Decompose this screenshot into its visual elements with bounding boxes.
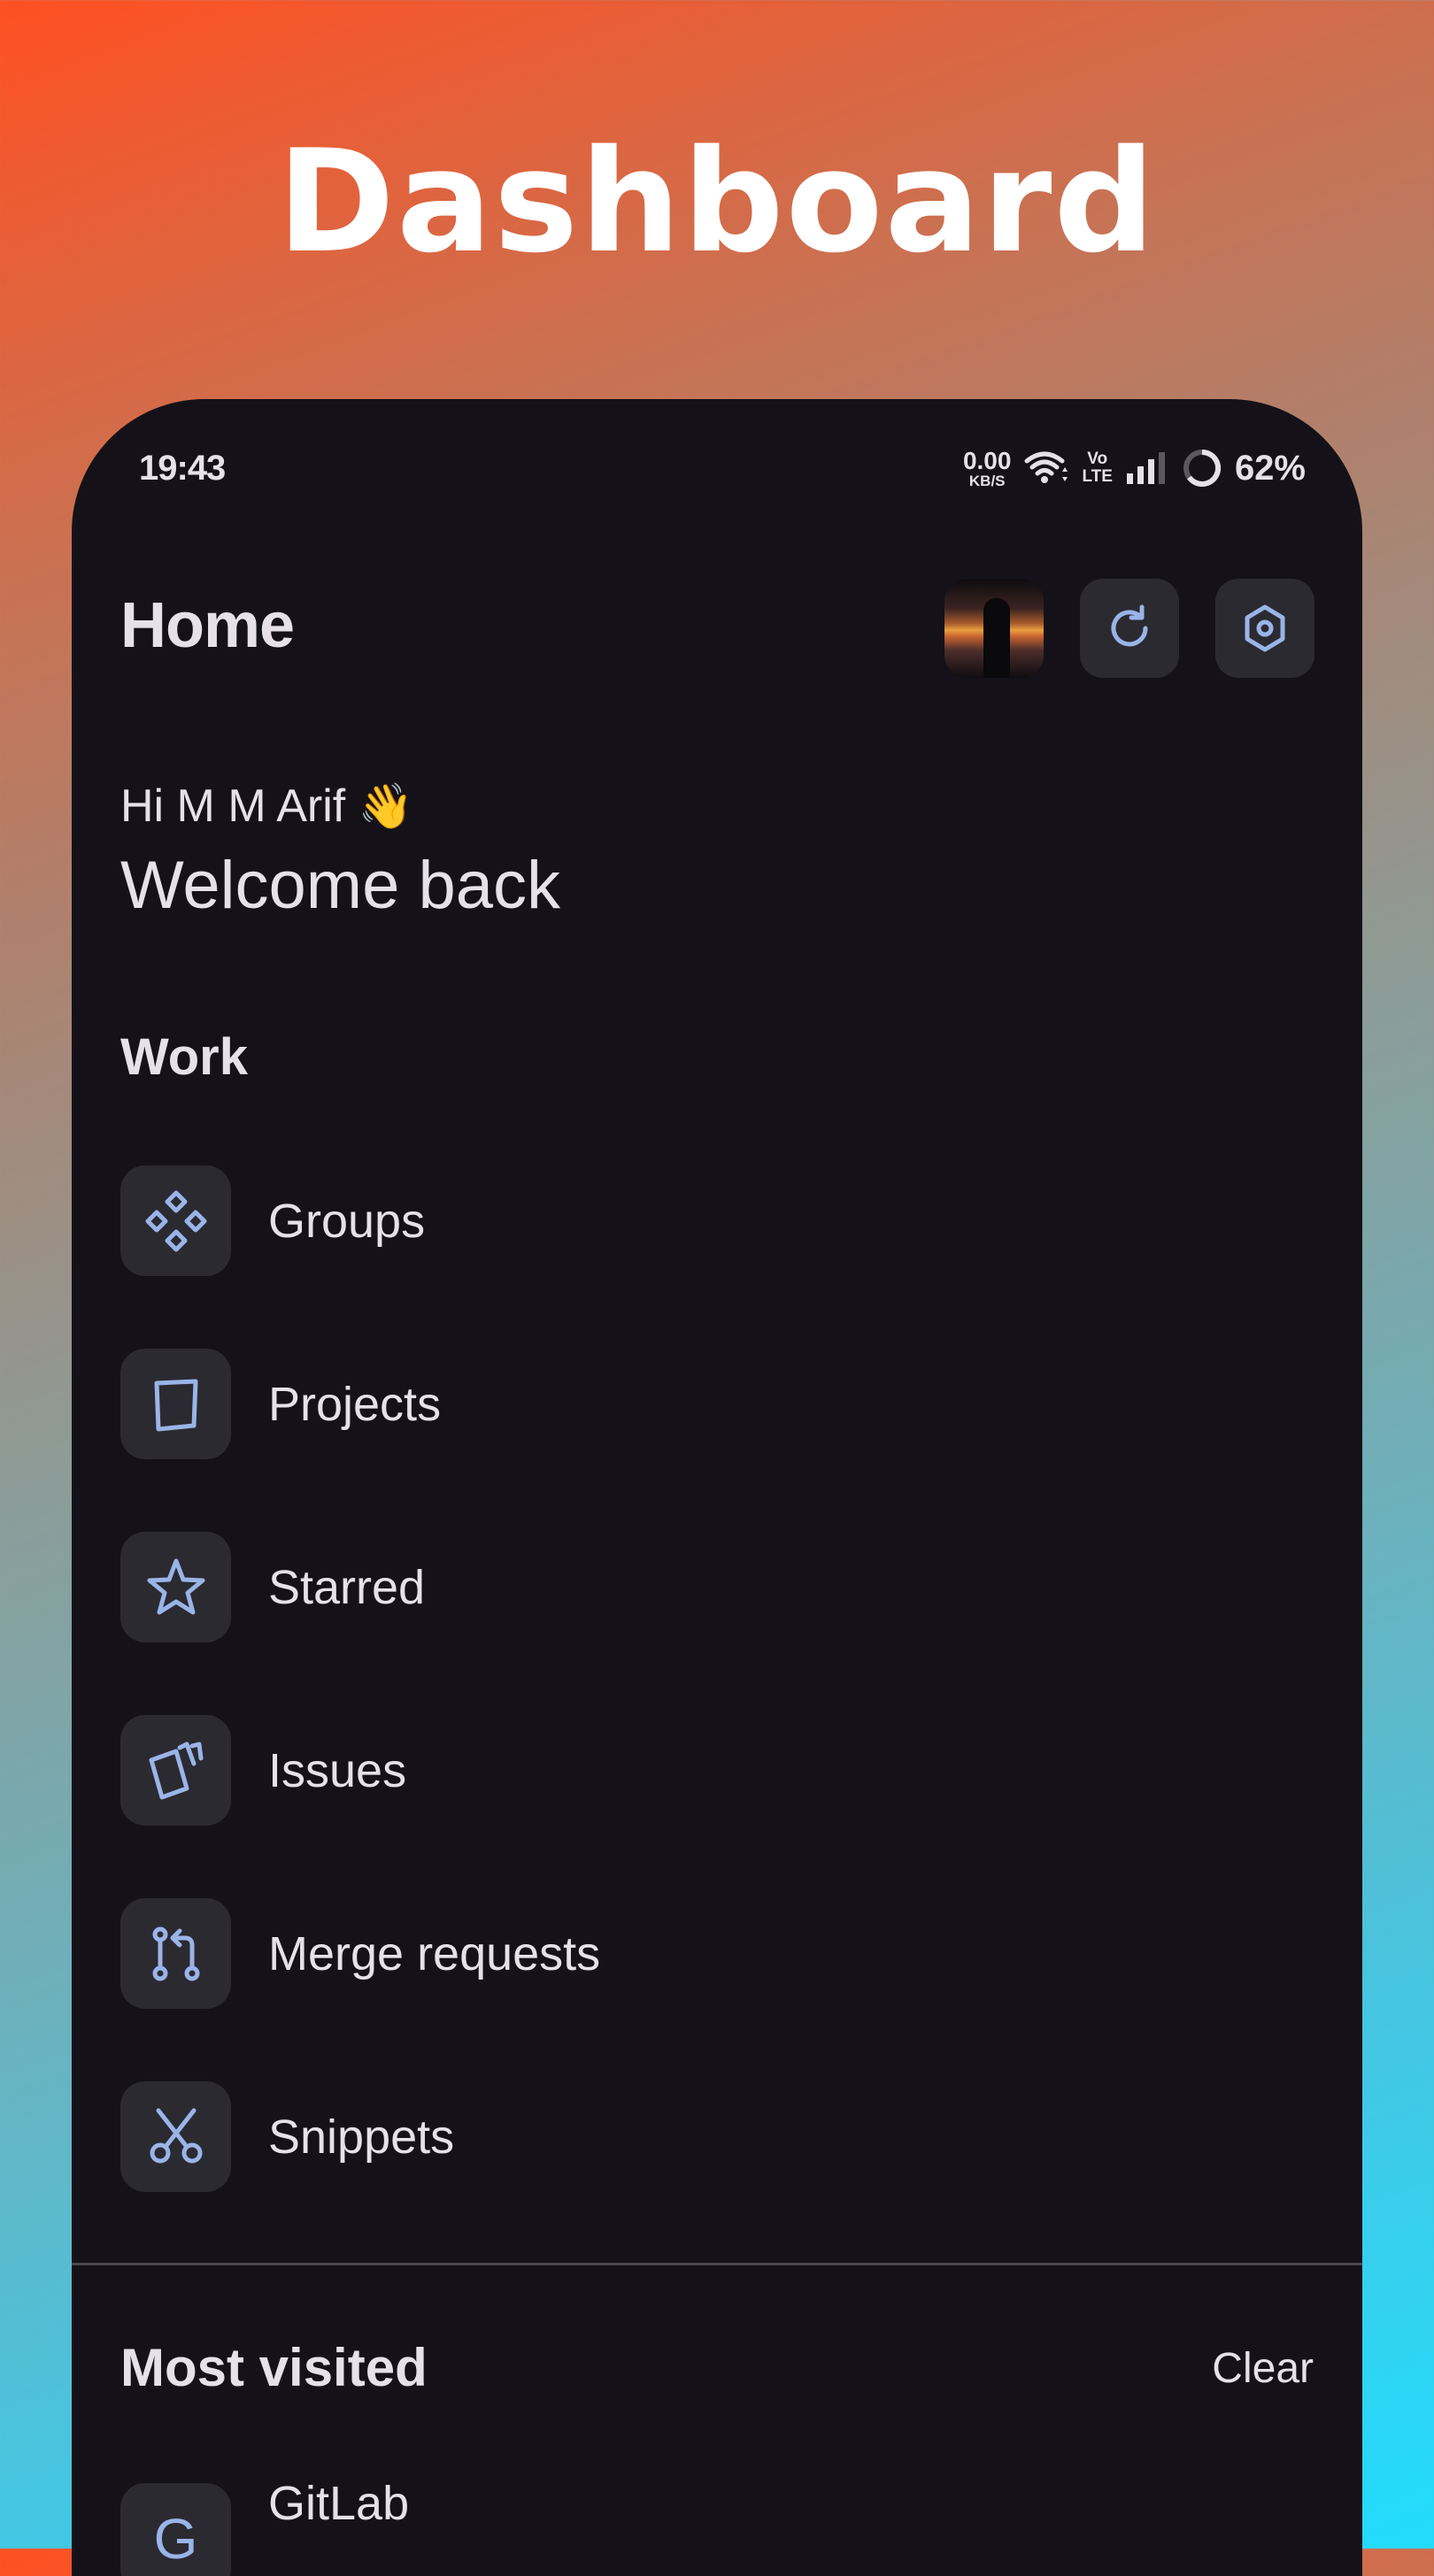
avatar-figure xyxy=(983,598,1010,678)
settings-icon xyxy=(1245,604,1285,652)
network-speed: 0.00 KB/S xyxy=(962,446,1012,489)
status-time: 19:43 xyxy=(139,449,226,488)
wave-emoji: 👋 xyxy=(358,780,413,832)
merge-request-icon xyxy=(152,1926,199,1980)
work-item-label: Starred xyxy=(268,1560,426,1614)
groups-icon xyxy=(145,1190,206,1251)
greeting-text: Hi M M Arif xyxy=(120,780,346,832)
work-section-title: Work xyxy=(120,1028,248,1086)
battery-ring-icon xyxy=(1183,449,1222,487)
merge-request-icon-container xyxy=(120,1898,231,2009)
scissors-icon-container xyxy=(120,2081,231,2192)
status-icons: 0.00 KB/S Vo LTE 62% xyxy=(963,443,1306,493)
projects-icon-container xyxy=(120,1349,231,1459)
gitlab-initial-icon: G xyxy=(120,2483,231,2576)
network-speed-unit: KB/S xyxy=(968,472,1006,489)
refresh-icon xyxy=(1111,604,1148,647)
wifi-icon xyxy=(1024,451,1068,483)
welcome-text: Welcome back xyxy=(120,848,561,923)
work-list: Groups Projects Starred Issues Merge req… xyxy=(120,1165,1315,2265)
work-item-issues[interactable]: Issues xyxy=(120,1715,1315,1826)
projects-icon xyxy=(154,1379,197,1431)
section-divider xyxy=(72,2263,1362,2265)
settings-button[interactable] xyxy=(1215,579,1314,678)
battery-percentage: 62% xyxy=(1234,448,1306,488)
issues-icon-container xyxy=(120,1715,231,1826)
work-item-label: Snippets xyxy=(268,2110,455,2164)
work-item-projects[interactable]: Projects xyxy=(120,1349,1315,1459)
work-item-label: Projects xyxy=(268,1377,442,1431)
network-speed-value: 0.00 xyxy=(962,446,1012,474)
work-item-label: Groups xyxy=(268,1194,426,1248)
work-item-starred[interactable]: Starred xyxy=(120,1532,1315,1642)
work-item-groups[interactable]: Groups xyxy=(120,1165,1315,1276)
most-visited-item-label: GitLab xyxy=(268,2477,410,2530)
volte-indicator: Vo LTE xyxy=(1082,450,1112,486)
star-icon-container xyxy=(120,1532,231,1642)
signal-icon xyxy=(1126,452,1165,484)
promo-title: Dashboard xyxy=(277,119,1157,284)
avatar[interactable] xyxy=(944,579,1044,678)
work-item-merge-requests[interactable]: Merge requests xyxy=(120,1898,1315,2009)
most-visited-title: Most visited xyxy=(120,2338,428,2397)
greeting: Hi M M Arif 👋 xyxy=(120,780,413,833)
refresh-button[interactable] xyxy=(1080,579,1179,678)
volte-bottom: LTE xyxy=(1082,467,1113,486)
work-item-label: Issues xyxy=(268,1743,407,1797)
clear-button[interactable]: Clear xyxy=(1212,2344,1314,2393)
volte-top: Vo xyxy=(1087,450,1108,469)
issues-icon xyxy=(149,1742,203,1799)
scissors-icon xyxy=(150,2108,202,2163)
star-icon xyxy=(147,1558,204,1614)
work-item-snippets[interactable]: Snippets xyxy=(120,2081,1315,2192)
work-item-label: Merge requests xyxy=(268,1926,601,1980)
phone-screen: 19:43 0.00 KB/S Vo LTE 62% Home Hi M M A… xyxy=(72,399,1362,2576)
groups-icon-container xyxy=(120,1165,231,1276)
page-title: Home xyxy=(120,590,295,661)
most-visited-item[interactable]: G GitLab xyxy=(120,2477,1315,2576)
